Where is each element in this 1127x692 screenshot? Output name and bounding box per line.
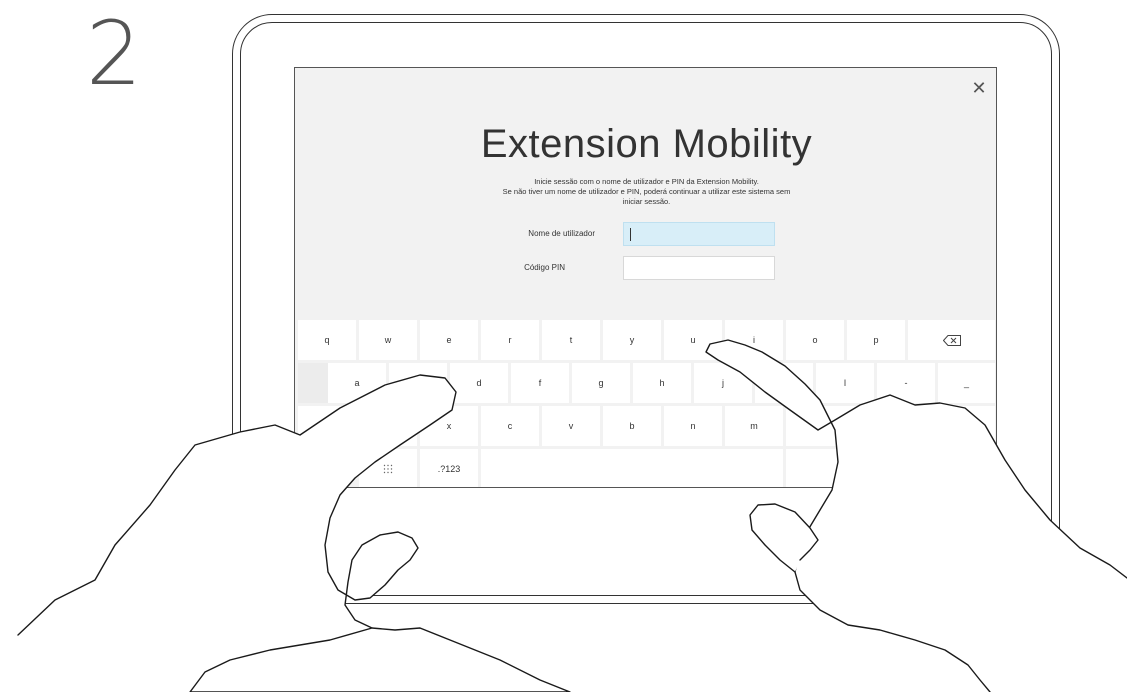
key-e[interactable]: e: [420, 320, 478, 360]
dialog-subtitle: Inicie sessão com o nome de utilizador e…: [465, 177, 828, 207]
key-m[interactable]: m: [725, 406, 783, 446]
pin-field[interactable]: [623, 256, 775, 280]
key-a[interactable]: a: [328, 363, 386, 403]
on-screen-keyboard: q w e r t y u i o p a s d f g h j k l - …: [295, 320, 996, 487]
key-x[interactable]: x: [420, 406, 478, 446]
pin-label: Código PIN: [524, 263, 565, 272]
key-hyphen[interactable]: -: [877, 363, 935, 403]
key-t[interactable]: t: [542, 320, 600, 360]
key-u[interactable]: u: [664, 320, 722, 360]
key-spacer-left: [298, 363, 328, 403]
text-cursor: [630, 228, 631, 241]
key-row3-right[interactable]: [786, 406, 995, 446]
emoji-key[interactable]: [359, 449, 417, 487]
username-label: Nome de utilizador: [528, 229, 595, 238]
numbers-key[interactable]: .?123: [420, 449, 478, 487]
key-j[interactable]: j: [694, 363, 752, 403]
key-k[interactable]: k: [755, 363, 813, 403]
key-f[interactable]: f: [511, 363, 569, 403]
space-key[interactable]: [481, 449, 783, 487]
key-y[interactable]: y: [603, 320, 661, 360]
key-l[interactable]: l: [816, 363, 874, 403]
subtitle-line: Inicie sessão com o nome de utilizador e…: [534, 177, 759, 186]
key-b[interactable]: b: [603, 406, 661, 446]
key-r[interactable]: r: [481, 320, 539, 360]
key-i[interactable]: i: [725, 320, 783, 360]
key-p[interactable]: p: [847, 320, 905, 360]
key-h[interactable]: h: [633, 363, 691, 403]
username-field[interactable]: [623, 222, 775, 246]
key-w[interactable]: w: [359, 320, 417, 360]
enter-key[interactable]: [786, 449, 995, 487]
step-number: 2: [86, 2, 142, 105]
subtitle-line: Se não tiver um nome de utilizador e PIN…: [502, 187, 791, 196]
emoji-grid-icon: [383, 464, 393, 474]
key-underscore[interactable]: _: [938, 363, 995, 403]
key-g[interactable]: g: [572, 363, 630, 403]
key-c[interactable]: c: [481, 406, 539, 446]
key-n[interactable]: n: [664, 406, 722, 446]
key-o[interactable]: o: [786, 320, 844, 360]
backspace-key[interactable]: [908, 320, 995, 360]
key-d[interactable]: d: [450, 363, 508, 403]
key-q[interactable]: q: [298, 320, 356, 360]
subtitle-line: iniciar sessão.: [622, 197, 671, 206]
extension-mobility-screen: ✕ Extension Mobility Inicie sessão com o…: [294, 67, 997, 488]
backspace-icon: [942, 334, 961, 346]
key-v[interactable]: v: [542, 406, 600, 446]
key-s[interactable]: s: [389, 363, 447, 403]
key-z[interactable]: z: [359, 406, 417, 446]
dialog-title: Extension Mobility: [480, 122, 813, 166]
shift-key[interactable]: [298, 406, 356, 446]
shift-icon: [320, 422, 334, 430]
close-icon[interactable]: ✕: [971, 79, 987, 97]
